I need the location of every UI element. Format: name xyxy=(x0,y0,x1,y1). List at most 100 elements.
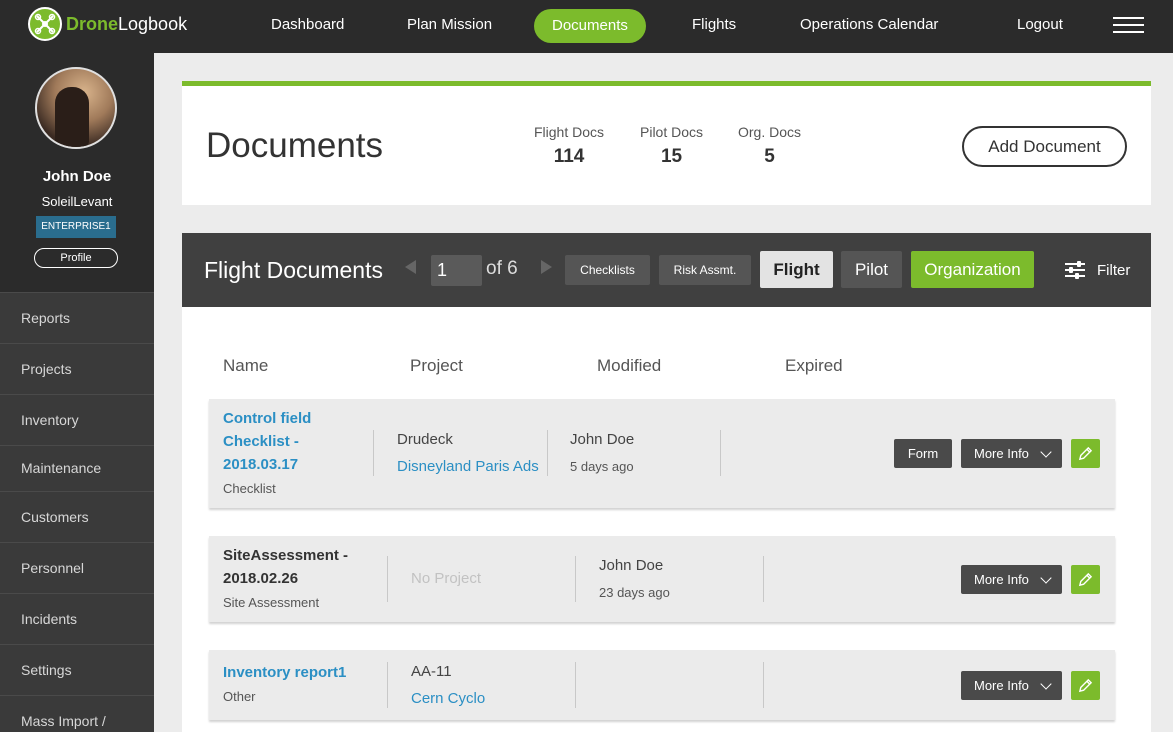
edit-button[interactable] xyxy=(1071,671,1100,700)
sidebar-item-projects[interactable]: Projects xyxy=(0,343,154,394)
form-button[interactable]: Form xyxy=(894,439,952,468)
stat-value: 114 xyxy=(553,146,585,167)
column-header-modified[interactable]: Modified xyxy=(597,356,661,376)
filter-label: Filter xyxy=(1097,261,1131,279)
page-number-input[interactable] xyxy=(431,255,482,286)
column-divider xyxy=(763,556,764,602)
project-code: AA-11 xyxy=(411,663,452,680)
filter-checklists-button[interactable]: Checklists xyxy=(565,255,650,285)
column-divider xyxy=(387,556,388,602)
documents-header: Documents Flight Docs 114 Pilot Docs 15 … xyxy=(182,81,1151,205)
table-row: Inventory report1 Other AA-11 Cern Cyclo… xyxy=(209,650,1115,720)
profile-button[interactable]: Profile xyxy=(34,248,118,268)
no-project-label: No Project xyxy=(411,570,482,587)
stat-value: 15 xyxy=(660,146,683,167)
stat-org-docs: Org. Docs 5 xyxy=(738,124,801,168)
page-count: of 6 xyxy=(486,258,518,279)
document-name-link[interactable]: Control field Checklist - 2018.03.17 xyxy=(223,407,311,476)
column-divider xyxy=(373,430,374,476)
tab-pilot[interactable]: Pilot xyxy=(841,251,902,288)
avatar[interactable] xyxy=(35,67,117,149)
panel-toolbar: Flight Documents of 6 Checklists Risk As… xyxy=(182,233,1151,307)
modified-ago: 5 days ago xyxy=(570,459,634,474)
stat-value: 5 xyxy=(764,146,775,167)
panel-title: Flight Documents xyxy=(204,257,383,283)
modified-by: John Doe xyxy=(599,557,664,574)
stat-pilot-docs: Pilot Docs 15 xyxy=(640,124,703,168)
stat-flight-docs: Flight Docs 114 xyxy=(534,124,604,168)
pencil-icon xyxy=(1078,678,1093,693)
documents-panel: Flight Documents of 6 Checklists Risk As… xyxy=(182,233,1151,732)
app-logo[interactable]: DroneLogbook xyxy=(28,7,187,41)
nav-plan-mission[interactable]: Plan Mission xyxy=(407,14,492,36)
sidebar-item-maintenance[interactable]: Maintenance xyxy=(0,445,154,491)
page-title: Documents xyxy=(206,126,384,165)
column-header-project[interactable]: Project xyxy=(410,356,463,376)
next-page-icon[interactable] xyxy=(541,260,552,274)
stat-label: Flight Docs xyxy=(534,124,605,140)
project-name-link[interactable]: Cern Cyclo xyxy=(411,690,485,707)
tab-organization[interactable]: Organization xyxy=(911,251,1034,288)
plan-badge: ENTERPRISE1 xyxy=(36,216,116,238)
add-document-button[interactable]: Add Document xyxy=(962,126,1127,167)
document-type: Other xyxy=(223,689,256,704)
edit-button[interactable] xyxy=(1071,565,1100,594)
pencil-icon xyxy=(1078,446,1093,461)
stat-label: Org. Docs xyxy=(738,124,802,140)
nav-dashboard[interactable]: Dashboard xyxy=(271,14,344,36)
top-navbar: DroneLogbook Dashboard Plan Mission Docu… xyxy=(0,0,1173,53)
column-divider xyxy=(763,662,764,708)
document-type: Checklist xyxy=(223,481,276,496)
chevron-down-icon xyxy=(1040,678,1052,690)
more-info-label: More Info xyxy=(974,572,1029,587)
document-name-link[interactable]: SiteAssessment - 2018.02.26 xyxy=(223,544,348,590)
prev-page-icon[interactable] xyxy=(405,260,416,274)
chevron-down-icon xyxy=(1040,446,1052,458)
sidebar-item-inventory[interactable]: Inventory xyxy=(0,394,154,445)
more-info-dropdown[interactable]: More Info xyxy=(961,565,1062,594)
sidebar-item-incidents[interactable]: Incidents xyxy=(0,593,154,644)
document-name-link[interactable]: Inventory report1 xyxy=(223,661,346,684)
project-name-link[interactable]: Disneyland Paris Ads xyxy=(397,458,539,475)
sliders-icon xyxy=(1065,260,1085,280)
user-organization: SoleilLevant xyxy=(41,194,113,209)
column-divider xyxy=(387,662,388,708)
user-name: John Doe xyxy=(42,168,112,185)
more-info-dropdown[interactable]: More Info xyxy=(961,439,1062,468)
nav-operations-calendar[interactable]: Operations Calendar xyxy=(800,14,938,36)
column-header-name[interactable]: Name xyxy=(223,356,268,376)
project-code: Drudeck xyxy=(397,431,453,448)
nav-logout[interactable]: Logout xyxy=(1017,14,1063,36)
document-type: Site Assessment xyxy=(223,595,320,610)
table-row: Control field Checklist - 2018.03.17 Che… xyxy=(209,399,1115,508)
chevron-down-icon xyxy=(1040,572,1052,584)
filter-button[interactable]: Filter xyxy=(1065,260,1130,280)
sidebar-item-settings[interactable]: Settings xyxy=(0,644,154,695)
hamburger-icon[interactable] xyxy=(1113,17,1144,34)
sidebar-item-customers[interactable]: Customers xyxy=(0,491,154,542)
profile-panel: John Doe SoleilLevant ENTERPRISE1 Profil… xyxy=(0,53,154,292)
drone-logo-icon xyxy=(28,7,62,41)
column-header-expired[interactable]: Expired xyxy=(785,356,843,376)
sidebar: John Doe SoleilLevant ENTERPRISE1 Profil… xyxy=(0,53,154,732)
filter-risk-assessment-button[interactable]: Risk Assmt. xyxy=(659,255,751,285)
modified-by: John Doe xyxy=(570,431,635,448)
more-info-label: More Info xyxy=(974,446,1029,461)
edit-button[interactable] xyxy=(1071,439,1100,468)
sidebar-item-reports[interactable]: Reports xyxy=(0,292,154,343)
stat-label: Pilot Docs xyxy=(640,124,704,140)
sidebar-item-mass-import[interactable]: Mass Import / xyxy=(0,695,154,732)
column-divider xyxy=(720,430,721,476)
table-row: SiteAssessment - 2018.02.26 Site Assessm… xyxy=(209,536,1115,622)
nav-documents[interactable]: Documents xyxy=(534,9,646,43)
modified-ago: 23 days ago xyxy=(599,585,670,600)
more-info-label: More Info xyxy=(974,678,1029,693)
more-info-dropdown[interactable]: More Info xyxy=(961,671,1062,700)
column-divider xyxy=(575,556,576,602)
logo-text: DroneLogbook xyxy=(66,13,188,34)
sidebar-item-personnel[interactable]: Personnel xyxy=(0,542,154,593)
column-divider xyxy=(575,662,576,708)
column-divider xyxy=(547,430,548,476)
nav-flights[interactable]: Flights xyxy=(692,14,736,36)
tab-flight[interactable]: Flight xyxy=(760,251,833,288)
